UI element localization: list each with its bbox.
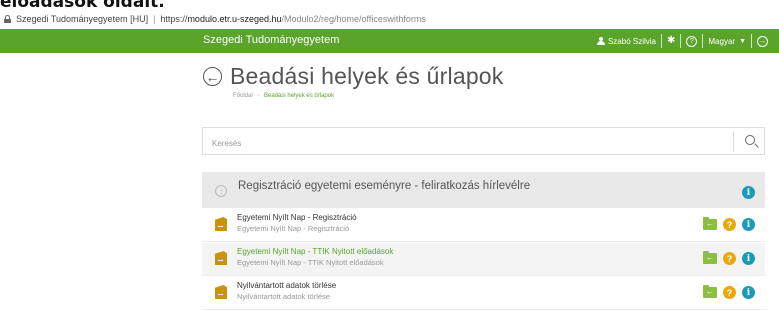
question-mark-icon[interactable]: ? <box>723 252 736 265</box>
search-box <box>202 127 765 155</box>
back-arrow-icon[interactable]: ← <box>203 67 222 86</box>
document-icon <box>215 217 227 231</box>
url-scheme: https:// <box>160 14 188 24</box>
category-title: Regisztráció egyetemi eseményre - felira… <box>238 180 531 192</box>
user-name: Szabó Szilvia <box>607 36 656 46</box>
list-item-title[interactable]: Egyetemi Nyílt Nap - TTIK Nyitott előadá… <box>237 247 393 256</box>
logout-button[interactable]: → <box>752 35 773 47</box>
list-item-subtitle: Egyetemi Nyílt Nap - Regisztráció <box>237 224 350 233</box>
search-icon[interactable] <box>745 135 755 145</box>
help-button[interactable]: ? <box>681 35 702 47</box>
collapse-up-icon[interactable]: ↑ <box>215 185 227 197</box>
breadcrumb: Főoldal › Beadási helyek és űrlapok <box>233 93 334 99</box>
brand-link[interactable]: Szegedi Tudományegyetem <box>203 34 339 46</box>
user-icon <box>596 37 605 45</box>
user-menu: Szabó Szilvia ✱ ? Magyar ▼ → <box>592 29 773 53</box>
document-icon <box>215 285 227 299</box>
list-item-title[interactable]: Nyilvántartott adatok törlése <box>237 281 336 290</box>
top-navigation-bar: Szegedi Tudományegyetem Szabó Szilvia ✱ … <box>0 29 779 53</box>
logout-icon: → <box>757 35 768 47</box>
breadcrumb-current: Beadási helyek és űrlapok <box>264 93 335 99</box>
lock-icon <box>4 15 11 23</box>
help-icon: ? <box>686 35 698 47</box>
breadcrumb-home-link[interactable]: Főoldal <box>233 93 253 99</box>
document-icon <box>215 251 227 265</box>
user-profile-link[interactable]: Szabó Szilvia <box>592 37 661 46</box>
settings-button[interactable]: ✱ <box>662 36 680 46</box>
list-item[interactable]: Egyetemi Nyílt Nap - TTIK Nyitott előadá… <box>202 243 765 276</box>
url-host: modulo.etr.u-szeged.hu <box>187 14 282 24</box>
caret-down-icon: ▼ <box>739 37 746 45</box>
folder-arrow-icon[interactable] <box>703 217 717 230</box>
language-dropdown[interactable]: Magyar ▼ <box>703 37 751 46</box>
language-label: Magyar <box>708 36 736 46</box>
gear-icon: ✱ <box>666 35 676 46</box>
folder-arrow-icon[interactable] <box>703 251 717 264</box>
question-mark-icon[interactable]: ? <box>723 218 736 231</box>
list-item-subtitle: Egyetemi Nyílt Nap - TTIK Nyitott előadá… <box>237 258 384 267</box>
category-header[interactable]: ↑ Regisztráció egyetemi eseményre - feli… <box>202 172 765 208</box>
search-input[interactable] <box>210 135 734 151</box>
info-icon[interactable]: i <box>742 252 755 265</box>
breadcrumb-separator-icon: › <box>257 93 260 99</box>
page-title: Beadási helyek és űrlapok <box>230 63 504 89</box>
question-mark-icon[interactable]: ? <box>723 286 736 299</box>
list-item-subtitle: Nyilvántartott adatok törlése <box>237 292 330 301</box>
browser-address-bar[interactable]: Szegedi Tudományegyetem [HU] | https://m… <box>0 10 779 28</box>
list-item[interactable]: Nyilvántartott adatok törlése Nyilvántar… <box>202 277 765 310</box>
info-icon[interactable]: i <box>742 286 755 299</box>
page-header: ← Beadási helyek és űrlapok <box>203 63 504 90</box>
info-icon[interactable]: i <box>742 218 755 231</box>
url-path: /Modulo2/reg/home/officeswithforms <box>281 14 426 24</box>
list-item[interactable]: Egyetemi Nyílt Nap - Regisztráció Egyete… <box>202 209 765 242</box>
list-item-title[interactable]: Egyetemi Nyílt Nap - Regisztráció <box>237 213 357 222</box>
info-icon[interactable]: i <box>742 186 755 199</box>
folder-arrow-icon[interactable] <box>703 285 717 298</box>
site-name: Szegedi Tudományegyetem [HU] <box>16 14 149 24</box>
